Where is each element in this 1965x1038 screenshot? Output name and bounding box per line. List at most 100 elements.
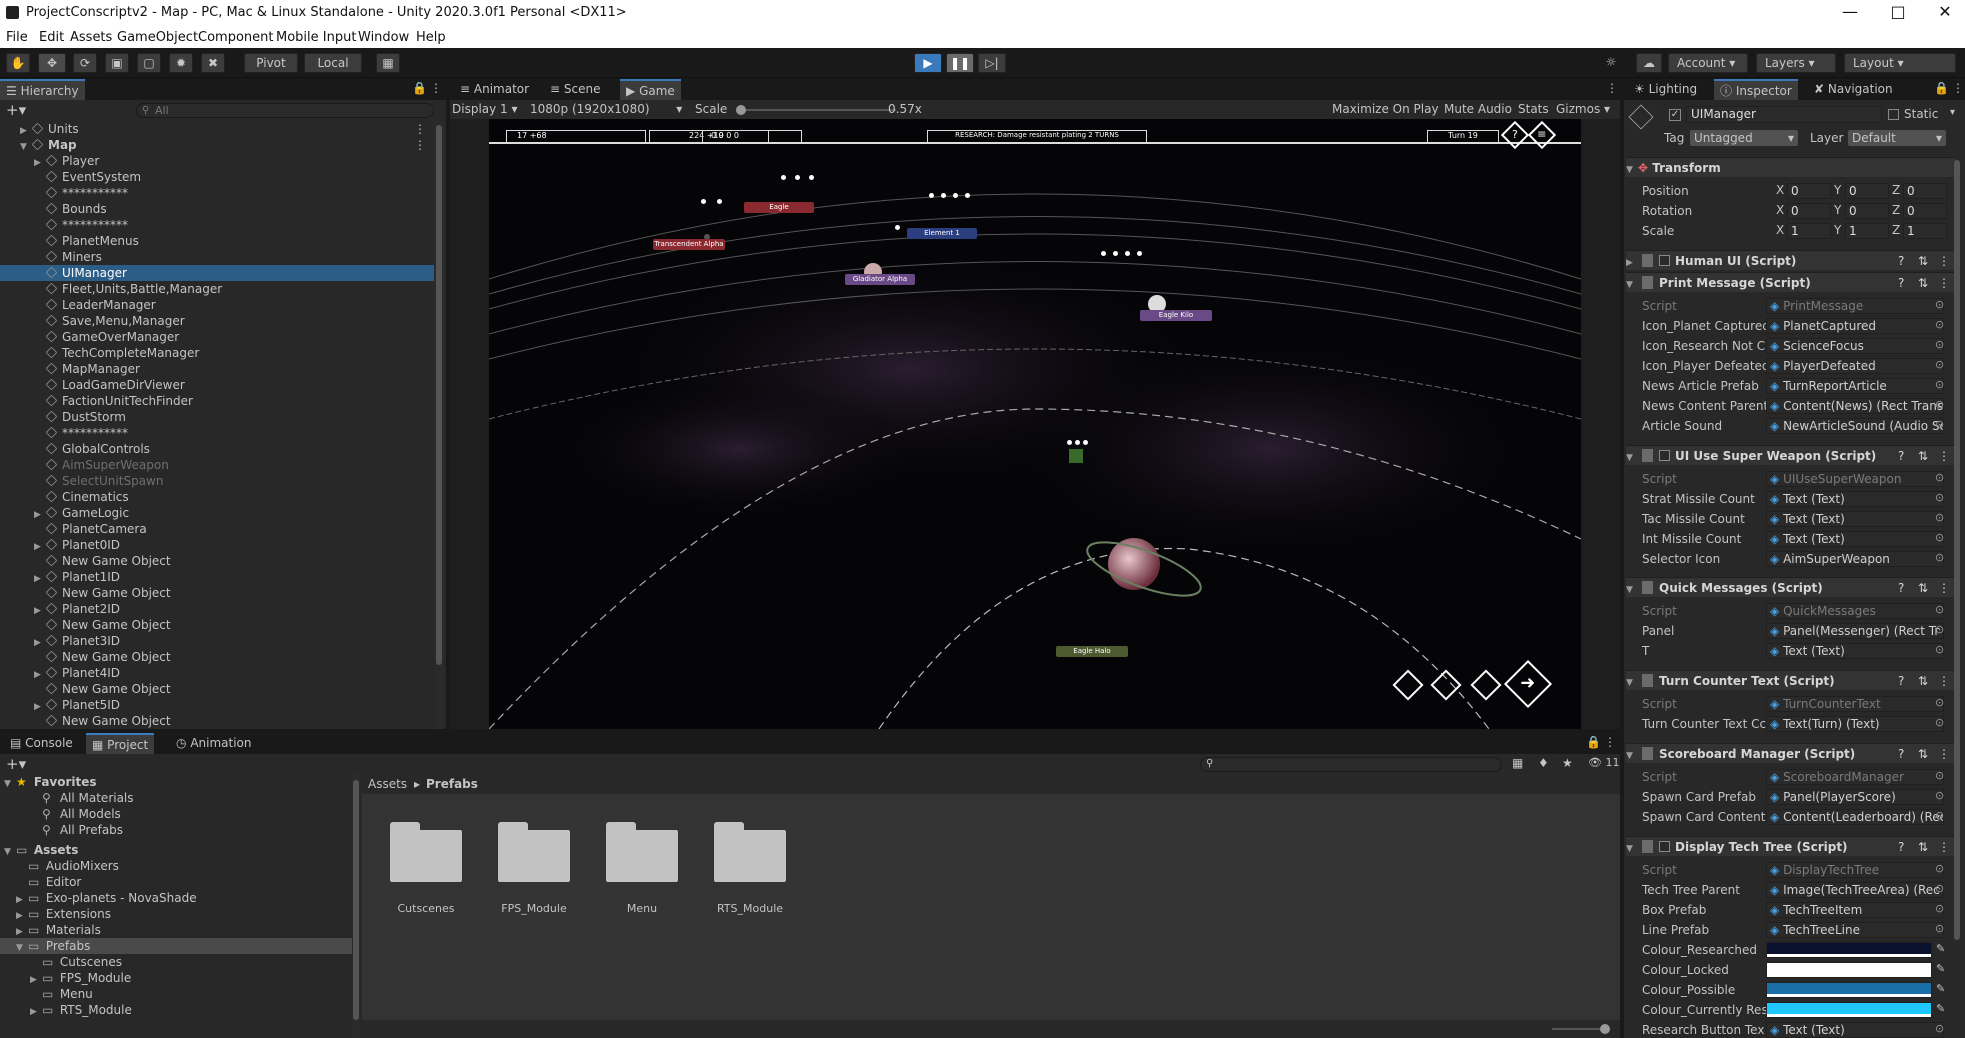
planet-label-eagle-kilo[interactable]: Eagle Kilo	[1140, 310, 1212, 321]
script-reference-field[interactable]: ◈ PrintMessage	[1766, 298, 1944, 314]
account-dropdown[interactable]: Account ▾	[1668, 53, 1748, 73]
hierarchy-item[interactable]: PlanetMenus	[0, 233, 434, 249]
foldout-arrow-icon[interactable]: ▼	[1626, 839, 1638, 859]
display-dropdown[interactable]: Display 1 ▾	[452, 100, 518, 119]
layers-dropdown[interactable]: Layers ▾	[1756, 53, 1836, 73]
scale-tool-button[interactable]: ▣	[105, 53, 129, 73]
scrollbar-thumb[interactable]	[353, 780, 359, 1020]
object-reference-field[interactable]: ◈ Content(Leaderboard) (Rec	[1766, 809, 1944, 825]
preset-icon[interactable]: ⇅	[1918, 578, 1928, 598]
favorites-section[interactable]: ▼ ★ Favorites	[0, 774, 352, 790]
hierarchy-item[interactable]: ▶ Planet0ID	[0, 537, 434, 553]
play-button[interactable]: ▶	[914, 53, 942, 73]
tab-scene[interactable]: ≡ Scene	[544, 79, 606, 100]
eyedropper-icon[interactable]: ✎	[1936, 942, 1945, 955]
kebab-menu-icon[interactable]: ⋮	[1606, 81, 1618, 95]
object-reference-field[interactable]: ◈ ScienceFocus	[1766, 338, 1944, 354]
breadcrumb-assets[interactable]: Assets	[368, 774, 407, 794]
object-picker-icon[interactable]: ⊙	[1935, 551, 1944, 564]
asset-folder-item[interactable]: ▶ ▭ FPS_Module	[0, 970, 352, 986]
object-reference-field[interactable]: ◈ NewArticleSound (Audio Sc	[1766, 418, 1944, 434]
hierarchy-item[interactable]: New Game Object	[0, 585, 434, 601]
folder-label-menu[interactable]: Menu	[587, 902, 697, 915]
object-reference-field[interactable]: ◈ Text (Text)	[1766, 491, 1944, 507]
object-picker-icon[interactable]: ⊙	[1935, 1022, 1944, 1035]
planet-label-element-1[interactable]: Element 1	[907, 228, 977, 239]
filter-type-icon[interactable]: ▦	[1512, 756, 1523, 770]
foldout-arrow-icon[interactable]: ▶	[1626, 253, 1638, 273]
transform-scl-z-field[interactable]: 1	[1903, 223, 1947, 239]
hierarchy-item[interactable]: ▶ Planet2ID	[0, 601, 434, 617]
folder-icon-menu[interactable]	[606, 822, 678, 884]
folder-icon-cutscenes[interactable]	[390, 822, 462, 884]
foldout-arrow-icon[interactable]: ▼	[1626, 580, 1638, 600]
hierarchy-item[interactable]: ***********	[0, 185, 434, 201]
colour-field[interactable]	[1766, 982, 1932, 998]
hierarchy-item[interactable]: GameOverManager	[0, 329, 434, 345]
hierarchy-item[interactable]: New Game Object	[0, 713, 434, 729]
menu-mobile-input[interactable]: Mobile Input	[276, 30, 356, 45]
game-render[interactable]: 17 +68 224 +19 0 0 0 0 RESEARCH: Damage …	[489, 119, 1581, 729]
favorite-item[interactable]: ⚲ All Prefabs	[0, 822, 352, 838]
breadcrumb-prefabs[interactable]: Prefabs	[426, 774, 478, 794]
object-reference-field[interactable]: ◈ PlanetCaptured	[1766, 318, 1944, 334]
favorite-item[interactable]: ⚲ All Models	[0, 806, 352, 822]
kebab-menu-icon[interactable]: ⋮	[1938, 744, 1950, 764]
script-reference-field[interactable]: ◈ ScoreboardManager	[1766, 769, 1944, 785]
mute-audio-toggle[interactable]: Mute Audio	[1444, 100, 1512, 119]
stats-toggle[interactable]: Stats	[1518, 100, 1549, 119]
hierarchy-item[interactable]: ▶ GameLogic	[0, 505, 434, 521]
transform-scl-x-field[interactable]: 1	[1787, 223, 1831, 239]
foldout-arrow-icon[interactable]: ▼	[1626, 448, 1638, 468]
project-search-input[interactable]: ⚲	[1200, 757, 1502, 772]
assets-section[interactable]: ▼ ▭ Assets	[0, 842, 352, 858]
tab-console[interactable]: ▤ Console	[4, 733, 79, 754]
hierarchy-item[interactable]: Bounds	[0, 201, 434, 217]
scale-slider-handle[interactable]	[736, 105, 746, 115]
hierarchy-item[interactable]: ▶ Player	[0, 153, 434, 169]
script-reference-field[interactable]: ◈ UIUseSuperWeapon	[1766, 471, 1944, 487]
help-icon[interactable]: ?	[1898, 578, 1904, 598]
kebab-menu-icon[interactable]: ⋮	[1938, 251, 1950, 271]
tab-navigation[interactable]: ✘ Navigation	[1808, 79, 1899, 100]
script-reference-field[interactable]: ◈ TurnCounterText	[1766, 696, 1944, 712]
preset-icon[interactable]: ⇅	[1918, 744, 1928, 764]
inspector-scrollbar[interactable]	[1954, 160, 1960, 940]
object-reference-field[interactable]: ◈ TechTreeItem	[1766, 902, 1944, 918]
help-icon[interactable]: ?	[1898, 837, 1904, 857]
hierarchy-item[interactable]: PlanetCamera	[0, 521, 434, 537]
preset-icon[interactable]: ⇅	[1918, 273, 1928, 293]
kebab-menu-icon[interactable]: ⋮	[414, 121, 426, 137]
component-enabled-checkbox[interactable]	[1659, 255, 1670, 266]
kebab-menu-icon[interactable]: ⋮	[1938, 837, 1950, 857]
object-reference-field[interactable]: ◈ Text (Text)	[1766, 511, 1944, 527]
hierarchy-scrollbar[interactable]	[434, 121, 444, 729]
component-header[interactable]: ▼ Print Message (Script)? ⇅ ⋮	[1626, 272, 1956, 292]
object-picker-icon[interactable]: ⊙	[1935, 511, 1944, 524]
services-icon[interactable]: ☼	[1600, 53, 1622, 73]
pause-button[interactable]: ❚❚	[946, 53, 974, 73]
hierarchy-item[interactable]: LeaderManager	[0, 297, 434, 313]
project-tree-scrollbar[interactable]	[352, 774, 360, 1038]
object-picker-icon[interactable]: ⊙	[1935, 398, 1944, 411]
transform-scl-y-field[interactable]: 1	[1845, 223, 1889, 239]
component-header[interactable]: ▼ Display Tech Tree (Script)? ⇅ ⋮	[1626, 836, 1956, 856]
component-enabled-checkbox[interactable]	[1659, 450, 1670, 461]
object-picker-icon[interactable]: ⊙	[1935, 809, 1944, 822]
eyedropper-icon[interactable]: ✎	[1936, 962, 1945, 975]
menu-component[interactable]: Component	[198, 30, 273, 45]
transform-rot-z-field[interactable]: 0	[1903, 203, 1947, 219]
colour-field[interactable]	[1766, 1002, 1932, 1018]
asset-folder-item[interactable]: ▼ ▭ Prefabs	[0, 938, 352, 954]
component-header[interactable]: ▼ Turn Counter Text (Script)? ⇅ ⋮	[1626, 670, 1956, 690]
kebab-menu-icon[interactable]: ⋮	[1938, 578, 1950, 598]
kebab-menu-icon[interactable]: ⋮	[1938, 273, 1950, 293]
object-picker-icon[interactable]: ⊙	[1935, 769, 1944, 782]
move-tool-button[interactable]: ✥	[38, 53, 66, 73]
object-picker-icon[interactable]: ⊙	[1935, 338, 1944, 351]
kebab-menu-icon[interactable]: ⋮	[1938, 671, 1950, 691]
object-picker-icon[interactable]: ⊙	[1935, 418, 1944, 431]
minimize-icon[interactable]: —	[1840, 2, 1860, 21]
scale-slider[interactable]	[736, 105, 896, 115]
grid-snap-button[interactable]: ▦	[376, 53, 400, 73]
